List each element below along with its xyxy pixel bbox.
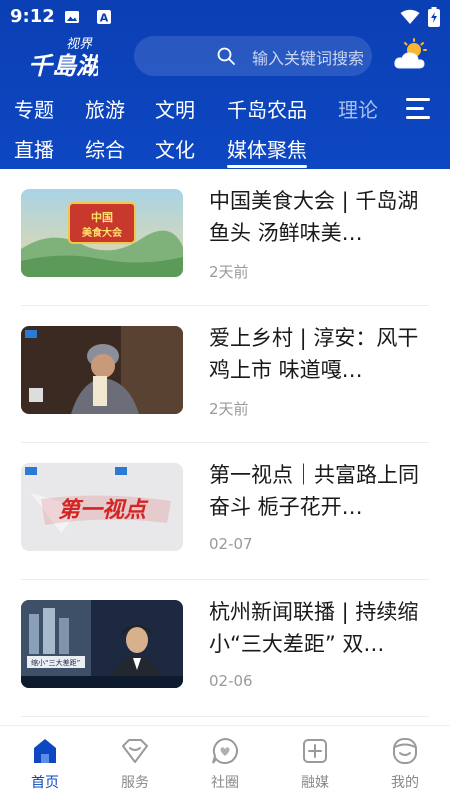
news-thumbnail: 中国 美食大会 bbox=[21, 189, 183, 277]
community-icon bbox=[212, 737, 238, 764]
tab-services[interactable]: 服务 bbox=[90, 736, 180, 796]
media-add-icon bbox=[303, 739, 327, 763]
channel-tab-culture[interactable]: 文化 bbox=[155, 134, 195, 163]
app-logo: 视界 千島湖 bbox=[28, 37, 98, 78]
image-notification-icon bbox=[65, 11, 79, 23]
tab-profile[interactable]: 我的 bbox=[360, 736, 450, 796]
channel-tab-media-focus[interactable]: 媒体聚焦 bbox=[227, 134, 307, 163]
news-item[interactable]: 爱上乡村 | 淳安：风干鸡上市 味道嘎… 2天前 bbox=[21, 306, 429, 443]
svg-text:视界: 视界 bbox=[66, 37, 93, 52]
news-date: 02-06 bbox=[209, 672, 253, 690]
news-thumbnail bbox=[21, 326, 183, 414]
tab-label: 社圈 bbox=[211, 775, 239, 791]
app-header: 9:12 A 视界 千島湖 输入关键词搜索 专题 旅游 文明 千岛农品 理论 直… bbox=[0, 0, 450, 169]
channel-nav-row-1: 专题 旅游 文明 千岛农品 理论 bbox=[0, 92, 450, 128]
channel-tab-civilization[interactable]: 文明 bbox=[155, 94, 195, 123]
tab-label: 融媒 bbox=[301, 775, 329, 791]
channel-tab-special[interactable]: 专题 bbox=[14, 94, 54, 123]
svg-text:美食大会: 美食大会 bbox=[82, 226, 122, 239]
svg-text:A: A bbox=[100, 12, 109, 25]
news-title: 杭州新闻联播 | 持续缩小“三大差距” 双… bbox=[209, 600, 419, 656]
search-bar[interactable]: 输入关键词搜索 bbox=[134, 36, 372, 76]
status-indicators bbox=[400, 7, 440, 27]
news-item[interactable]: 第一视点 第一视点｜共富路上同奋斗 栀子花开… 02-07 bbox=[21, 443, 429, 580]
news-item[interactable]: 缩小“三大差距” 杭州新闻联播 | 持续缩小“三大差距” 双… 02-06 bbox=[21, 580, 429, 717]
news-feed: 中国 美食大会 中国美食大会 | 千岛湖鱼头 汤鲜味美… 2天前 爱上乡村 | … bbox=[0, 169, 450, 725]
channel-menu-icon[interactable] bbox=[406, 98, 430, 122]
news-thumbnail: 第一视点 bbox=[21, 463, 183, 551]
search-icon bbox=[217, 47, 235, 65]
active-tab-indicator bbox=[227, 165, 307, 168]
weather-icon[interactable] bbox=[394, 38, 430, 72]
svg-text:缩小“三大差距”: 缩小“三大差距” bbox=[31, 658, 80, 667]
channel-tab-theory[interactable]: 理论 bbox=[338, 94, 378, 123]
status-time: 9:12 bbox=[10, 6, 55, 27]
channel-nav-row-2: 直播 综合 文化 媒体聚焦 bbox=[0, 132, 450, 168]
divider bbox=[21, 716, 429, 717]
svg-text:第一视点: 第一视点 bbox=[58, 497, 149, 523]
status-bar: 9:12 A bbox=[0, 0, 450, 34]
news-date: 2天前 bbox=[209, 400, 249, 418]
tab-label: 首页 bbox=[31, 775, 59, 791]
channel-tab-general[interactable]: 综合 bbox=[85, 134, 125, 163]
tab-community[interactable]: 社圈 bbox=[180, 736, 270, 796]
home-icon bbox=[34, 739, 56, 763]
news-date: 2天前 bbox=[209, 263, 249, 281]
news-title: 爱上乡村 | 淳安：风干鸡上市 味道嘎… bbox=[209, 326, 419, 382]
tab-label: 我的 bbox=[391, 775, 419, 791]
battery-icon bbox=[428, 7, 440, 27]
news-date: 02-07 bbox=[209, 535, 253, 553]
channel-tab-live[interactable]: 直播 bbox=[14, 134, 54, 163]
news-title: 中国美食大会 | 千岛湖鱼头 汤鲜味美… bbox=[209, 189, 419, 245]
channel-tab-travel[interactable]: 旅游 bbox=[85, 94, 125, 123]
news-item[interactable]: 中国 美食大会 中国美食大会 | 千岛湖鱼头 汤鲜味美… 2天前 bbox=[21, 169, 429, 306]
news-thumbnail: 缩小“三大差距” bbox=[21, 600, 183, 688]
search-placeholder: 输入关键词搜索 bbox=[252, 49, 365, 68]
tab-media[interactable]: 融媒 bbox=[270, 736, 360, 796]
tab-label: 服务 bbox=[121, 775, 149, 791]
services-icon bbox=[122, 739, 148, 763]
wifi-icon bbox=[400, 9, 420, 24]
news-title: 第一视点｜共富路上同奋斗 栀子花开… bbox=[209, 463, 419, 519]
bottom-tab-bar: 首页 服务 社圈 融媒 我的 bbox=[0, 725, 450, 800]
svg-text:中国: 中国 bbox=[91, 210, 113, 224]
tab-home[interactable]: 首页 bbox=[0, 736, 90, 796]
svg-text:千島湖: 千島湖 bbox=[28, 51, 98, 78]
channel-tab-agri-products[interactable]: 千岛农品 bbox=[227, 94, 307, 123]
a-notification-icon: A bbox=[97, 10, 111, 25]
profile-icon bbox=[393, 738, 417, 764]
